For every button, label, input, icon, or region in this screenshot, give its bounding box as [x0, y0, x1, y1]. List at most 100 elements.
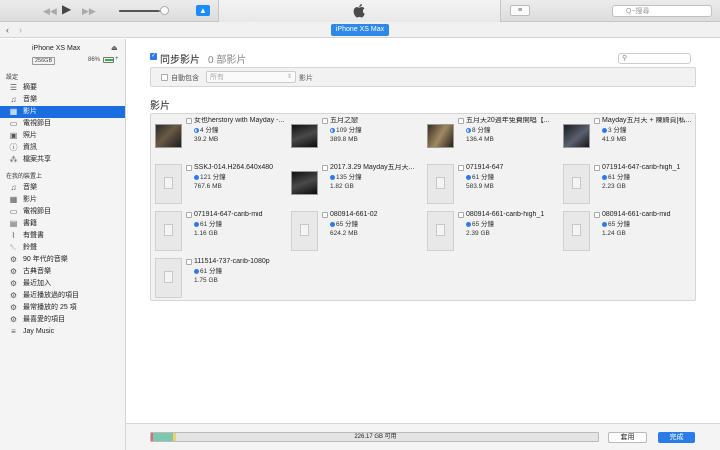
movie-thumbnail: [155, 211, 182, 251]
sidebar-item[interactable]: ▦ 影片: [0, 194, 125, 206]
movie-checkbox[interactable]: [458, 212, 464, 218]
apply-button[interactable]: 套用: [608, 432, 647, 443]
movie-thumbnail: [155, 164, 182, 204]
sidebar-item[interactable]: ⚙ 最近加入: [0, 278, 125, 290]
movie-title: 080914-661-02: [330, 211, 378, 218]
movie-checkbox[interactable]: [458, 165, 464, 171]
back-icon[interactable]: ‹: [6, 25, 17, 35]
sidebar-item[interactable]: ␇ 鈴聲: [0, 242, 125, 254]
movie-duration: 8 分鐘: [472, 127, 491, 134]
sync-checkbox[interactable]: ✓: [150, 53, 157, 60]
sidebar-item[interactable]: ⌇ 有聲書: [0, 230, 125, 242]
chevron-down-icon: ⇕: [286, 74, 292, 80]
movie-item[interactable]: 080914-661-carib-mid 65 分鐘 1.24 GB: [563, 209, 693, 253]
movie-size: 2.39 GB: [466, 230, 490, 237]
auto-include-value: 所有: [210, 74, 224, 81]
sidebar-item[interactable]: ♫ 音樂: [0, 182, 125, 194]
sidebar-item[interactable]: ▤ 書籍: [0, 218, 125, 230]
movie-checkbox[interactable]: [322, 118, 328, 124]
nav-bar: ‹ › iPhone XS Max: [0, 22, 720, 38]
done-button[interactable]: 完成: [658, 432, 695, 443]
sidebar-item-label: 電視節目: [23, 120, 51, 127]
airplay-icon[interactable]: ▲: [196, 5, 210, 16]
movie-item[interactable]: 071914-647-carib-high_1 61 分鐘 2.23 GB: [563, 162, 693, 206]
auto-include-checkbox[interactable]: [161, 74, 168, 81]
movie-checkbox[interactable]: [594, 165, 600, 171]
movie-item[interactable]: 2017.3.29 Mayday五月天... 135 分鐘 1.82 GB: [291, 162, 421, 206]
sidebar-item[interactable]: ⁂ 檔案共享: [0, 154, 125, 166]
device-button[interactable]: iPhone XS Max: [331, 24, 389, 36]
movie-checkbox[interactable]: [186, 165, 192, 171]
movie-item[interactable]: 071914-647-carib-mid 61 分鐘 1.16 GB: [155, 209, 285, 253]
play-icon[interactable]: ▶: [62, 3, 71, 15]
sidebar-item[interactable]: ≡ Jay Music: [0, 326, 125, 338]
movie-item[interactable]: 五月之戀 109 分鐘 389.8 MB: [291, 115, 421, 159]
sidebar-item[interactable]: ▭ 電視節目: [0, 118, 125, 130]
movie-item[interactable]: 女也herstory with Mayday -... 4 分鐘 39.2 MB: [155, 115, 285, 159]
movie-placeholder-icon: [436, 224, 445, 236]
movie-title: 080914-661-carib-mid: [602, 211, 671, 218]
unwatched-icon: [602, 127, 607, 133]
sidebar-item[interactable]: ♫ 音樂: [0, 94, 125, 106]
sidebar-item-label: 最近播放過的項目: [23, 292, 79, 299]
sidebar-item[interactable]: ▣ 照片: [0, 130, 125, 142]
movie-search-input[interactable]: ⚲: [618, 53, 691, 64]
auto-include-select[interactable]: 所有 ⇕: [206, 71, 296, 83]
fast-forward-icon[interactable]: ▶▶: [82, 5, 96, 17]
movie-size: 767.6 MB: [194, 183, 222, 190]
forward-icon[interactable]: ›: [19, 25, 30, 35]
gear-playlist-icon: ⚙: [9, 267, 18, 276]
volume-knob[interactable]: [160, 6, 169, 15]
movie-item[interactable]: SSKJ-014.H264.640x480 121 分鐘 767.6 MB: [155, 162, 285, 206]
movie-checkbox[interactable]: [186, 212, 192, 218]
sidebar-item[interactable]: ☰ 摘要: [0, 82, 125, 94]
settings-header: 設定: [6, 75, 19, 81]
sidebar-item-label: 摘要: [23, 84, 37, 91]
movie-item[interactable]: 五月天20週年免費開唱【... 8 分鐘 136.4 MB: [427, 115, 557, 159]
movie-size: 1.16 GB: [194, 230, 218, 237]
movie-checkbox[interactable]: [594, 118, 600, 124]
movie-checkbox[interactable]: [322, 165, 328, 171]
sidebar-item[interactable]: ⓘ 資訊: [0, 142, 125, 154]
movie-thumbnail: [291, 124, 318, 148]
movie-size: 1.75 GB: [194, 277, 218, 284]
sidebar-item[interactable]: ▦ 影片: [0, 106, 125, 118]
rewind-icon[interactable]: ◀◀: [43, 5, 57, 17]
sidebar-item[interactable]: ⚙ 90 年代的音樂: [0, 254, 125, 266]
movie-thumbnail: [155, 124, 182, 148]
sidebar-item[interactable]: ⚙ 最近播放過的項目: [0, 290, 125, 302]
music-note-icon: ♫: [10, 95, 17, 104]
movie-checkbox[interactable]: [186, 118, 192, 124]
movie-item[interactable]: Mayday五月天 + 陳綺貞[私... 3 分鐘 41.9 MB: [563, 115, 693, 159]
sidebar-item-label: 最喜愛的項目: [23, 316, 65, 323]
movie-duration-row: 61 分鐘: [466, 174, 494, 181]
movie-title: 080914-661-carib-high_1: [466, 211, 545, 218]
movie-item[interactable]: 080914-661-02 65 分鐘 624.2 MB: [291, 209, 421, 253]
list-view-icon[interactable]: ≡: [510, 5, 530, 16]
movie-duration-row: 135 分鐘: [330, 174, 362, 181]
unwatched-icon: [330, 174, 335, 180]
apple-logo-icon: [353, 3, 365, 18]
sidebar-item[interactable]: ⚙ 最常播放的 25 項: [0, 302, 125, 314]
movie-duration: 65 分鐘: [608, 221, 631, 228]
search-input[interactable]: Q~搜尋: [612, 5, 712, 17]
sidebar-item[interactable]: ⚙ 最喜愛的項目: [0, 314, 125, 326]
movie-checkbox[interactable]: [594, 212, 600, 218]
movie-checkbox[interactable]: [186, 259, 192, 265]
movie-thumbnail: [427, 124, 454, 148]
movie-checkbox[interactable]: [458, 118, 464, 124]
sidebar-item[interactable]: ⚙ 古典音樂: [0, 266, 125, 278]
sidebar-item-label: 書籍: [23, 220, 37, 227]
auto-include-bar: 自動包含 所有 ⇕ 影片: [150, 67, 696, 87]
eject-icon[interactable]: ⏏: [111, 44, 118, 52]
movie-item[interactable]: 111514-737-carib-1080p 61 分鐘 1.75 GB: [155, 256, 285, 300]
movie-item[interactable]: 080914-661-carib-high_1 65 分鐘 2.39 GB: [427, 209, 557, 253]
sync-count: 0 部影片: [208, 55, 247, 66]
sidebar-item-label: 資訊: [23, 144, 37, 151]
toolbar: ◀◀ ▶ ▶▶ ▲ ≡ Q~搜尋: [0, 0, 720, 22]
sidebar-item[interactable]: ▭ 電視節目: [0, 206, 125, 218]
movie-item[interactable]: 071914-647 61 分鐘 583.9 MB: [427, 162, 557, 206]
movie-placeholder-icon: [300, 224, 309, 236]
movie-checkbox[interactable]: [322, 212, 328, 218]
camera-icon: ▣: [9, 131, 18, 140]
